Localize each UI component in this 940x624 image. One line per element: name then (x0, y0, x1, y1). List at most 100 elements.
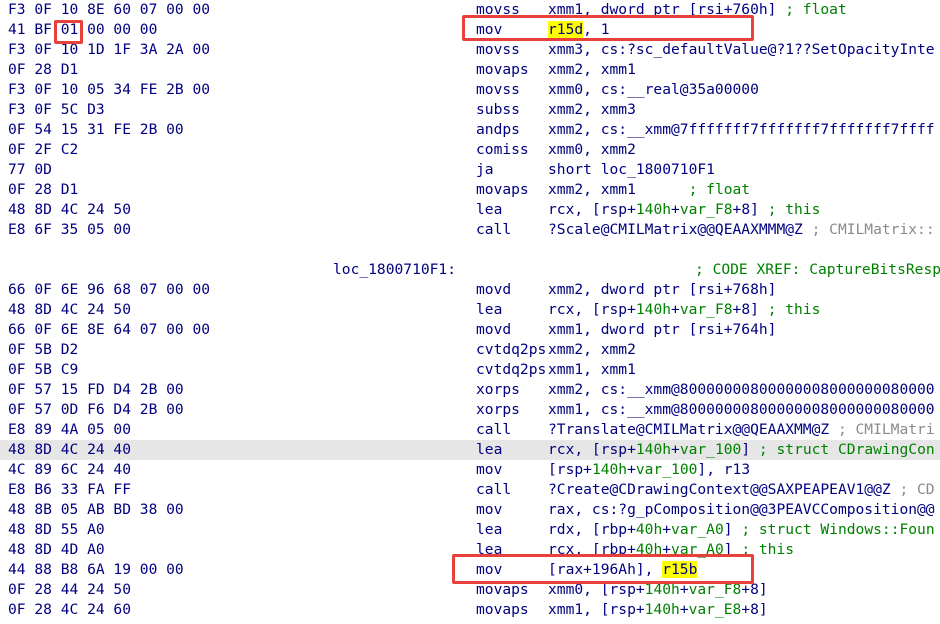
instruction-row[interactable]: F3 0F 5C D3 subss xmm2, xmm3 (0, 100, 940, 120)
operands[interactable]: xmm2, cs:__xmm@7fffffff7fffffff7fffffff7… (548, 120, 935, 140)
operands[interactable]: rcx, [rsp+140h+var_F8+8] ; this (548, 200, 820, 220)
instruction-row[interactable]: 48 8B 05 AB BD 38 00 mov rax, cs:?g_pCompo… (0, 500, 940, 520)
operand-text: xmm1, cs:__xmm@8000000080000000800000008… (548, 401, 935, 418)
instruction-row[interactable]: 77 0D ja short loc_1800710F1 (0, 160, 940, 180)
operands[interactable]: xmm1, xmm1 (548, 360, 636, 380)
operands[interactable]: xmm2, cs:__xmm@8000000080000000800000008… (548, 380, 935, 400)
instruction-row[interactable]: 0F 57 15 FD D4 2B 00 xorps xmm2, cs:__xmm@… (0, 380, 940, 400)
mnemonic[interactable]: movd (476, 280, 511, 300)
instruction-row[interactable]: 0F 5B D2 cvtdq2ps xmm2, xmm2 (0, 340, 940, 360)
opcode-bytes: 44 88 B8 6A 19 00 00 (8, 561, 184, 578)
mnemonic[interactable]: lea (476, 440, 502, 460)
instruction-row[interactable]: 48 8D 4C 24 50 lea rcx, [rsp+140h+var_F8+8… (0, 200, 940, 220)
operand-text: + (662, 521, 672, 538)
instruction-row[interactable]: 0F 28 D1 movaps xmm2, xmm1 ; float (0, 180, 940, 200)
mnemonic[interactable]: lea (476, 200, 502, 220)
mnemonic[interactable]: mov (476, 460, 502, 480)
stack-offset-name: 140h (635, 201, 672, 218)
disassembly-view[interactable]: F3 0F 10 8E 60 07 00 00 movss xmm1, dword … (0, 0, 940, 624)
operands[interactable]: xmm1, [rsp+140h+var_E8+8] (548, 600, 768, 620)
operand-text: xmm2, dword ptr [rsi+768h] (548, 281, 777, 298)
instruction-row[interactable]: 48 8D 4C 24 40 lea rcx, [rsp+140h+var_100]… (0, 440, 940, 460)
operands[interactable]: ?Translate@CMILMatrix@@QEAAXMM@Z ; CMILM… (548, 420, 935, 440)
annotation-box-mov-r15b (452, 554, 754, 584)
mnemonic[interactable]: call (476, 420, 511, 440)
operands[interactable]: [rsp+140h+var_100], r13 (548, 460, 750, 480)
mnemonic[interactable]: cvtdq2ps (476, 340, 546, 360)
operands[interactable]: rdx, [rbp+40h+var_A0] ; struct Windows::… (548, 520, 935, 540)
annotation-box-mov-r15d (462, 15, 754, 41)
instruction-row[interactable]: 48 8D 4C 24 50 lea rcx, [rsp+140h+var_F8+8… (0, 300, 940, 320)
mnemonic[interactable]: movss (476, 40, 520, 60)
annotation-box-immediate-byte (54, 20, 83, 44)
mnemonic[interactable]: movaps (476, 600, 529, 620)
operands[interactable]: xmm1, dword ptr [rsi+764h] (548, 320, 776, 340)
mnemonic[interactable]: mov (476, 500, 502, 520)
blank-row[interactable] (0, 240, 940, 260)
instruction-row[interactable]: E8 6F 35 05 00 call ?Scale@CMILMatrix@@QEA… (0, 220, 940, 240)
operands[interactable]: xmm1, cs:__xmm@8000000080000000800000008… (548, 400, 935, 420)
opcode-bytes: 48 8D 55 A0 (8, 521, 105, 538)
mnemonic[interactable]: call (476, 480, 511, 500)
instruction-row[interactable]: 48 8D 55 A0 lea rdx, [rbp+40h+var_A0] ; st… (0, 520, 940, 540)
operands[interactable]: xmm2, xmm1 ; float (548, 180, 750, 200)
instruction-row[interactable]: 66 0F 6E 8E 64 07 00 00 movd xmm1, dword p… (0, 320, 940, 340)
operands[interactable]: short loc_1800710F1 (548, 160, 715, 180)
operands[interactable]: xmm3, cs:?sc_defaultValue@?1??SetOpacity… (548, 40, 935, 60)
operands[interactable]: xmm2, xmm3 (548, 100, 636, 120)
operands[interactable]: xmm2, dword ptr [rsi+768h] (548, 280, 776, 300)
stack-offset-name: 140h (635, 441, 672, 458)
xref-comment[interactable]: ; CODE XREF: CaptureBitsResp (695, 260, 940, 280)
instruction-row[interactable]: 0F 28 D1 movaps xmm2, xmm1 (0, 60, 940, 80)
operand-text: short loc_1800710F1 (548, 161, 715, 178)
operands[interactable]: rcx, [rsp+140h+var_100] ; struct CDrawin… (548, 440, 935, 460)
operands[interactable]: ?Create@CDrawingContext@@SAXPEAPEAV1@@Z … (548, 480, 935, 500)
operands[interactable]: rcx, [rsp+140h+var_F8+8] ; this (548, 300, 820, 320)
operands[interactable]: xmm0, xmm2 (548, 140, 636, 160)
mnemonic[interactable]: comiss (476, 140, 529, 160)
stack-offset-name: var_100 (679, 441, 742, 458)
mnemonic[interactable]: lea (476, 520, 502, 540)
instruction-row[interactable]: E8 89 4A 05 00 call ?Translate@CMILMatrix@… (0, 420, 940, 440)
operand-text: +8] (741, 601, 768, 618)
mnemonic[interactable]: xorps (476, 400, 520, 420)
mnemonic[interactable]: subss (476, 100, 520, 120)
location-label[interactable]: loc_1800710F1: (333, 260, 456, 280)
operands[interactable]: xmm2, xmm2 (548, 340, 636, 360)
operands[interactable]: xmm0, cs:__real@35a00000 (548, 80, 759, 100)
operand-text: ?Scale@CMILMatrix@@QEAAXMMM@Z (548, 221, 812, 238)
instruction-row[interactable]: 0F 2F C2 comiss xmm0, xmm2 (0, 140, 940, 160)
operands[interactable]: xmm2, xmm1 (548, 60, 636, 80)
comment-text: ; CMILMatri (837, 421, 935, 438)
mnemonic[interactable]: movaps (476, 180, 529, 200)
operand-text: rcx, [rsp+ (548, 201, 636, 218)
mnemonic[interactable]: lea (476, 300, 502, 320)
opcode-bytes: 48 8D 4C 24 40 (8, 441, 132, 458)
instruction-row[interactable]: 0F 54 15 31 FE 2B 00 andps xmm2, cs:__xmm@… (0, 120, 940, 140)
mnemonic[interactable]: andps (476, 120, 520, 140)
mnemonic[interactable]: xorps (476, 380, 520, 400)
instruction-row[interactable]: 0F 5B C9 cvtdq2ps xmm1, xmm1 (0, 360, 940, 380)
operand-text: ], r13 (697, 461, 751, 478)
mnemonic[interactable]: call (476, 220, 511, 240)
operand-text: xmm1, xmm1 (548, 361, 636, 378)
opcode-bytes: E8 89 4A 05 00 (8, 421, 132, 438)
instruction-row[interactable]: 66 0F 6E 96 68 07 00 00 movd xmm2, dword p… (0, 280, 940, 300)
instruction-row[interactable]: E8 B6 33 FA FF call ?Create@CDrawingContex… (0, 480, 940, 500)
mnemonic[interactable]: movss (476, 80, 520, 100)
opcode-bytes: 77 0D (8, 161, 52, 178)
mnemonic[interactable]: movd (476, 320, 511, 340)
mnemonic[interactable]: movaps (476, 60, 529, 80)
instruction-row[interactable]: 4C 89 6C 24 40 mov [rsp+140h+var_100], r13 (0, 460, 940, 480)
stack-offset-name: 40h (635, 521, 663, 538)
instruction-row[interactable]: F3 0F 10 05 34 FE 2B 00 movss xmm0, cs:__r… (0, 80, 940, 100)
instruction-row[interactable]: 0F 28 4C 24 60 movaps xmm1, [rsp+140h+var_… (0, 600, 940, 620)
operands[interactable]: rax, cs:?g_pComposition@@3PEAVCCompositi… (548, 500, 935, 520)
code-label-row[interactable]: loc_1800710F1: ; CODE XREF: CaptureBitsRe… (0, 260, 940, 280)
operands[interactable]: ?Scale@CMILMatrix@@QEAAXMMM@Z ; CMILMatr… (548, 220, 935, 240)
mnemonic[interactable]: ja (476, 160, 494, 180)
opcode-bytes: 48 8D 4D A0 (8, 541, 105, 558)
instruction-row[interactable]: 0F 57 0D F6 D4 2B 00 xorps xmm1, cs:__xmm@… (0, 400, 940, 420)
mnemonic[interactable]: cvtdq2ps (476, 360, 546, 380)
instruction-row[interactable]: F3 0F 10 1D 1F 3A 2A 00 movss xmm3, cs:?sc… (0, 40, 940, 60)
